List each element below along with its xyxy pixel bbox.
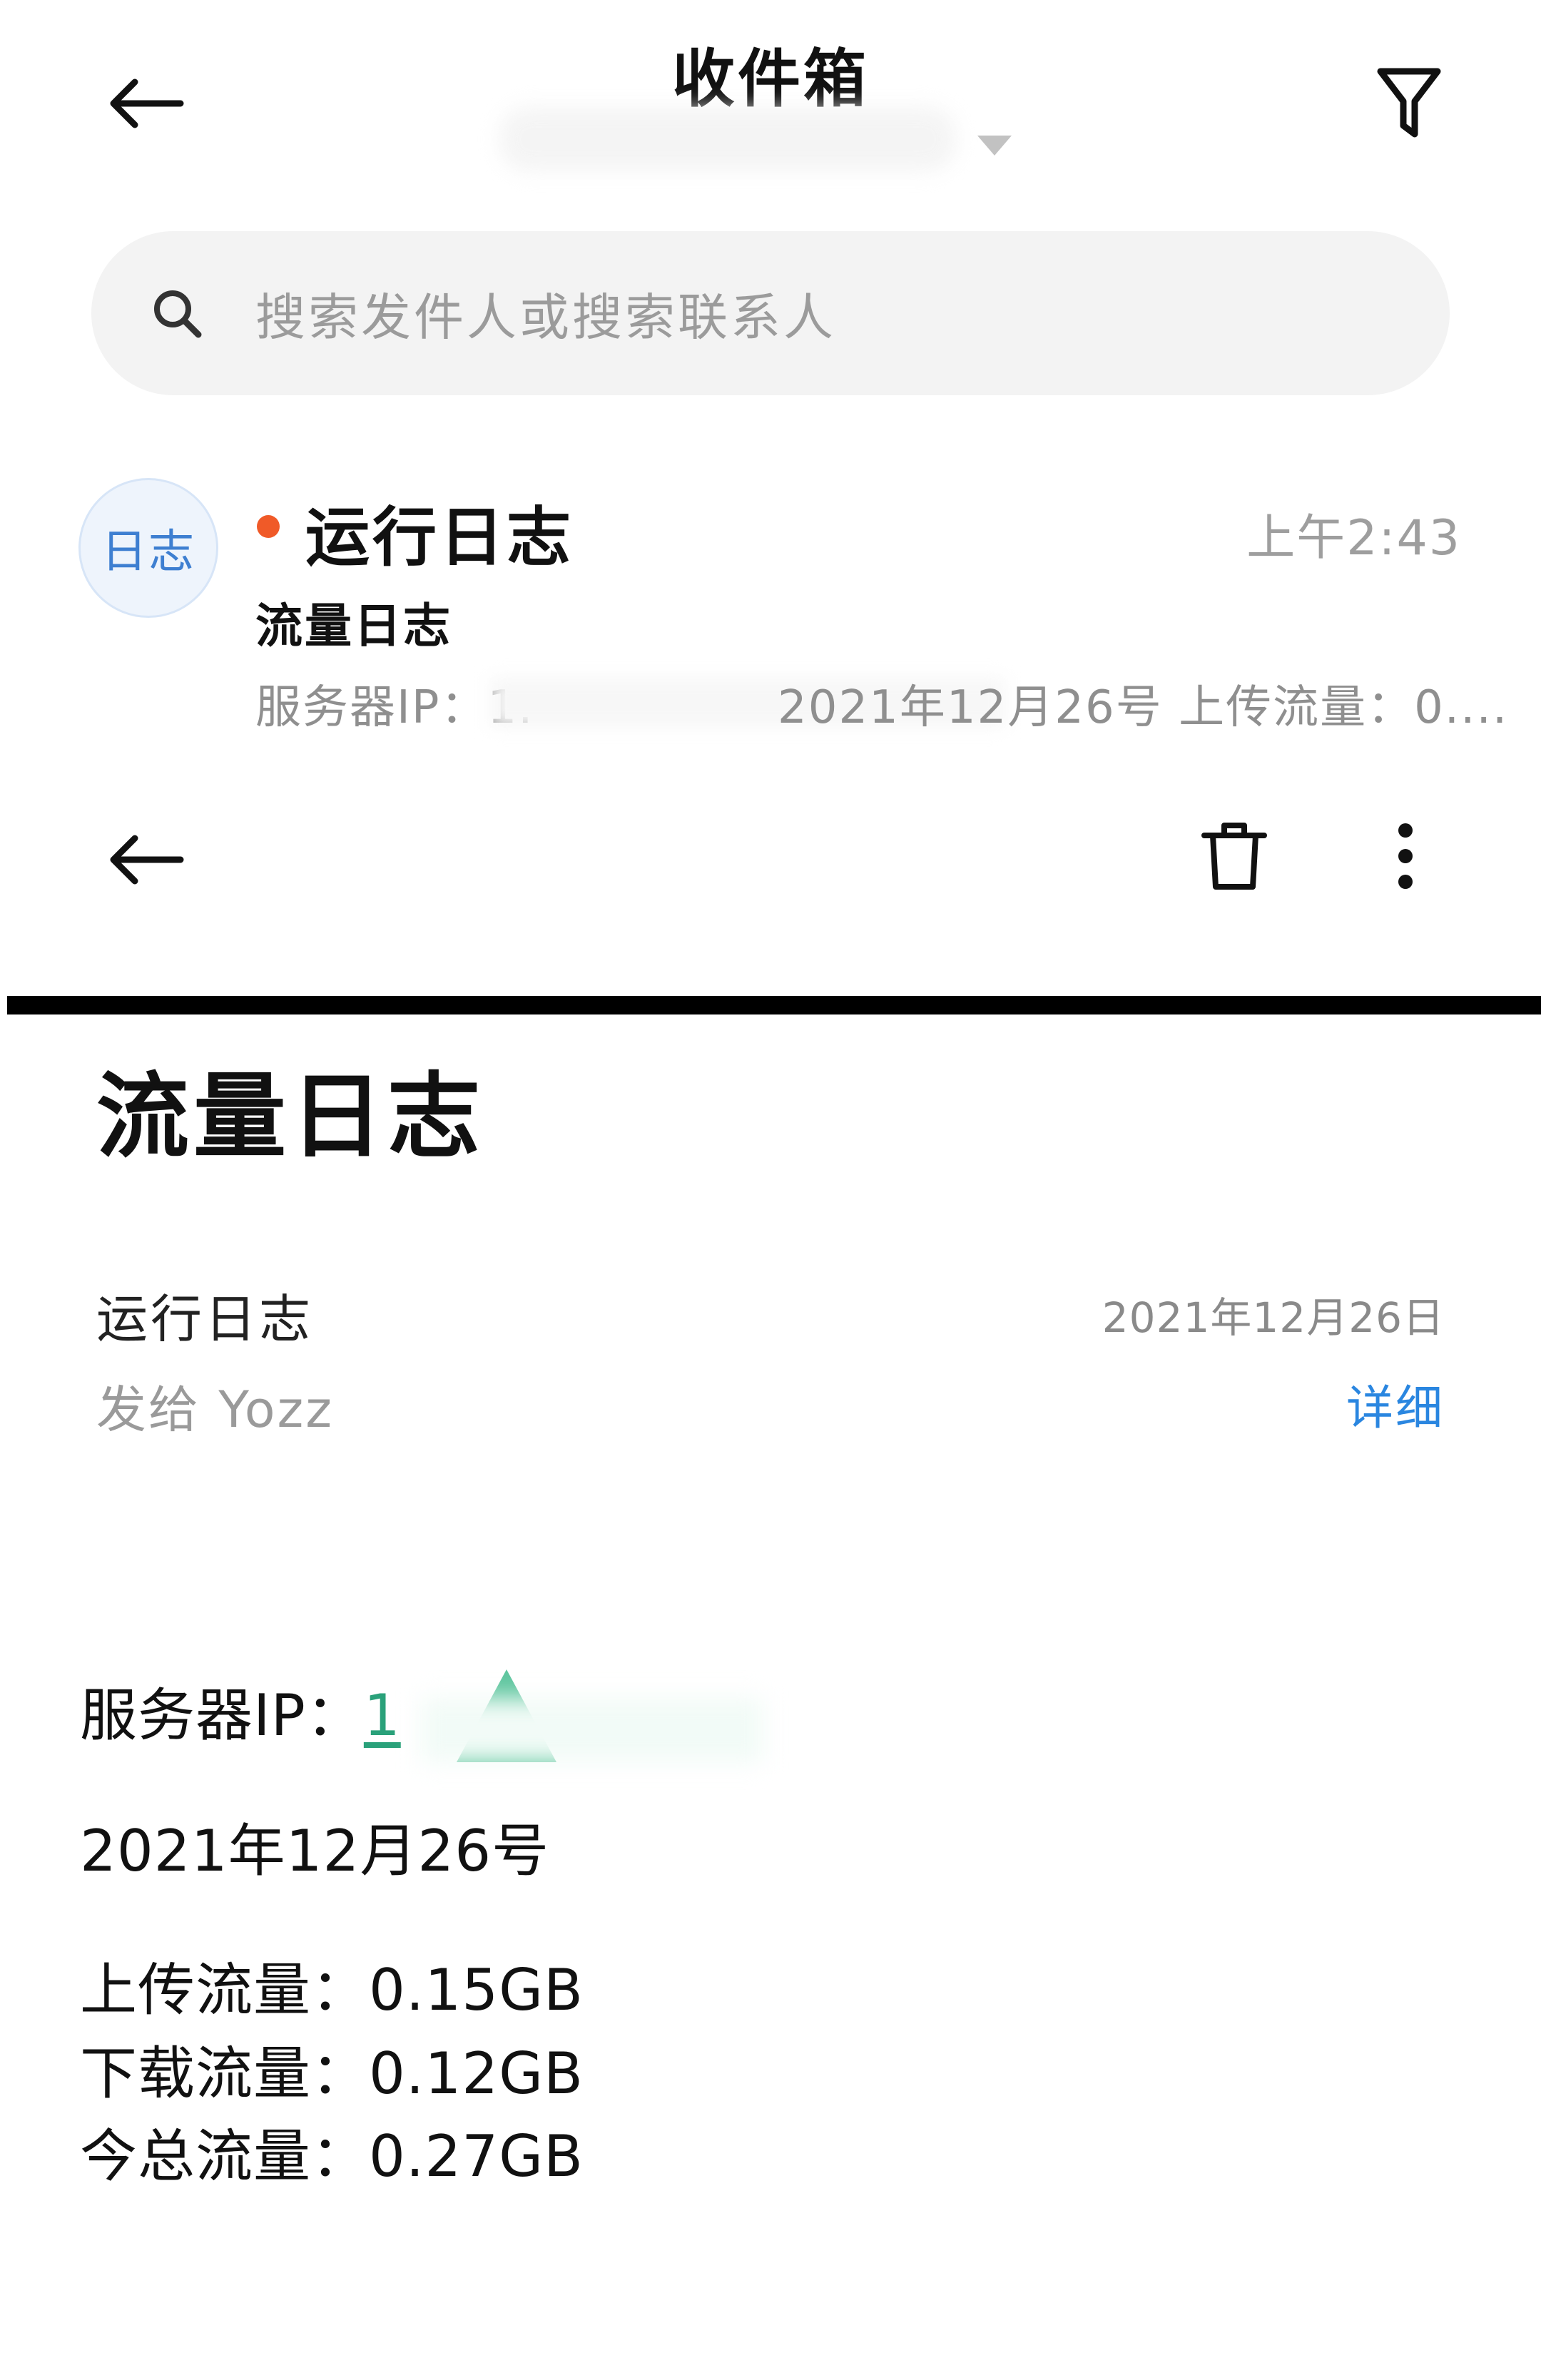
more-button[interactable] — [1363, 806, 1448, 906]
mail-sender: 运行日志 — [305, 500, 574, 575]
search-icon — [154, 290, 202, 338]
inbox-header: 收件箱 — [0, 0, 1541, 214]
mail-preview: 服务器IP：1. 2021年12月26号 上传流量：0.... — [255, 671, 1507, 735]
mail-title: 流量日志 — [96, 1062, 485, 1171]
delete-button[interactable] — [1184, 806, 1284, 906]
more-vertical-icon — [1398, 823, 1413, 889]
body-upload-line: 上传流量：0.15GB — [80, 1957, 584, 2023]
body-date-line: 2021年12月26号 — [80, 1818, 550, 1884]
detail-back-button[interactable] — [93, 806, 200, 913]
back-arrow-icon — [110, 835, 184, 885]
account-dropdown-icon[interactable] — [977, 136, 1012, 156]
ip-link[interactable]: 1 — [364, 1682, 401, 1749]
mail-time: 上午2:43 — [1246, 510, 1461, 566]
body-total-line: 今总流量：0.27GB — [80, 2123, 584, 2190]
divider — [7, 996, 1541, 1014]
redacted-blur — [421, 1698, 763, 1762]
ip-label: 服务器IP： — [80, 1682, 364, 1749]
list-item[interactable]: 日志 运行日志 上午2:43 流量日志 服务器IP：1. 2021年12月26号… — [0, 457, 1541, 756]
recipient-line: 发给 Yozz — [96, 1380, 335, 1439]
from-sender: 运行日志 — [96, 1289, 314, 1349]
account-selector-blurred[interactable] — [499, 107, 956, 171]
search-input[interactable]: 搜索发件人或搜索联系人 — [255, 278, 836, 350]
body-download-line: 下载流量：0.12GB — [80, 2040, 584, 2107]
filter-icon — [1377, 68, 1441, 138]
unread-indicator — [257, 515, 280, 538]
search-bar[interactable]: 搜索发件人或搜索联系人 — [91, 231, 1450, 395]
trash-icon — [1201, 823, 1267, 890]
mail-preview-end: 2021年12月26号 上传流量：0.... — [778, 681, 1509, 734]
mail-subject: 流量日志 — [255, 599, 452, 654]
filter-button[interactable] — [1356, 50, 1463, 157]
avatar: 日志 — [78, 478, 218, 618]
page-title: 收件箱 — [671, 42, 869, 116]
details-link[interactable]: 详细 — [1346, 1370, 1445, 1438]
detail-toolbar — [0, 785, 1541, 927]
body-ip-line: 服务器IP：1 — [80, 1669, 401, 1752]
mail-date: 2021年12月26日 — [1102, 1293, 1445, 1342]
